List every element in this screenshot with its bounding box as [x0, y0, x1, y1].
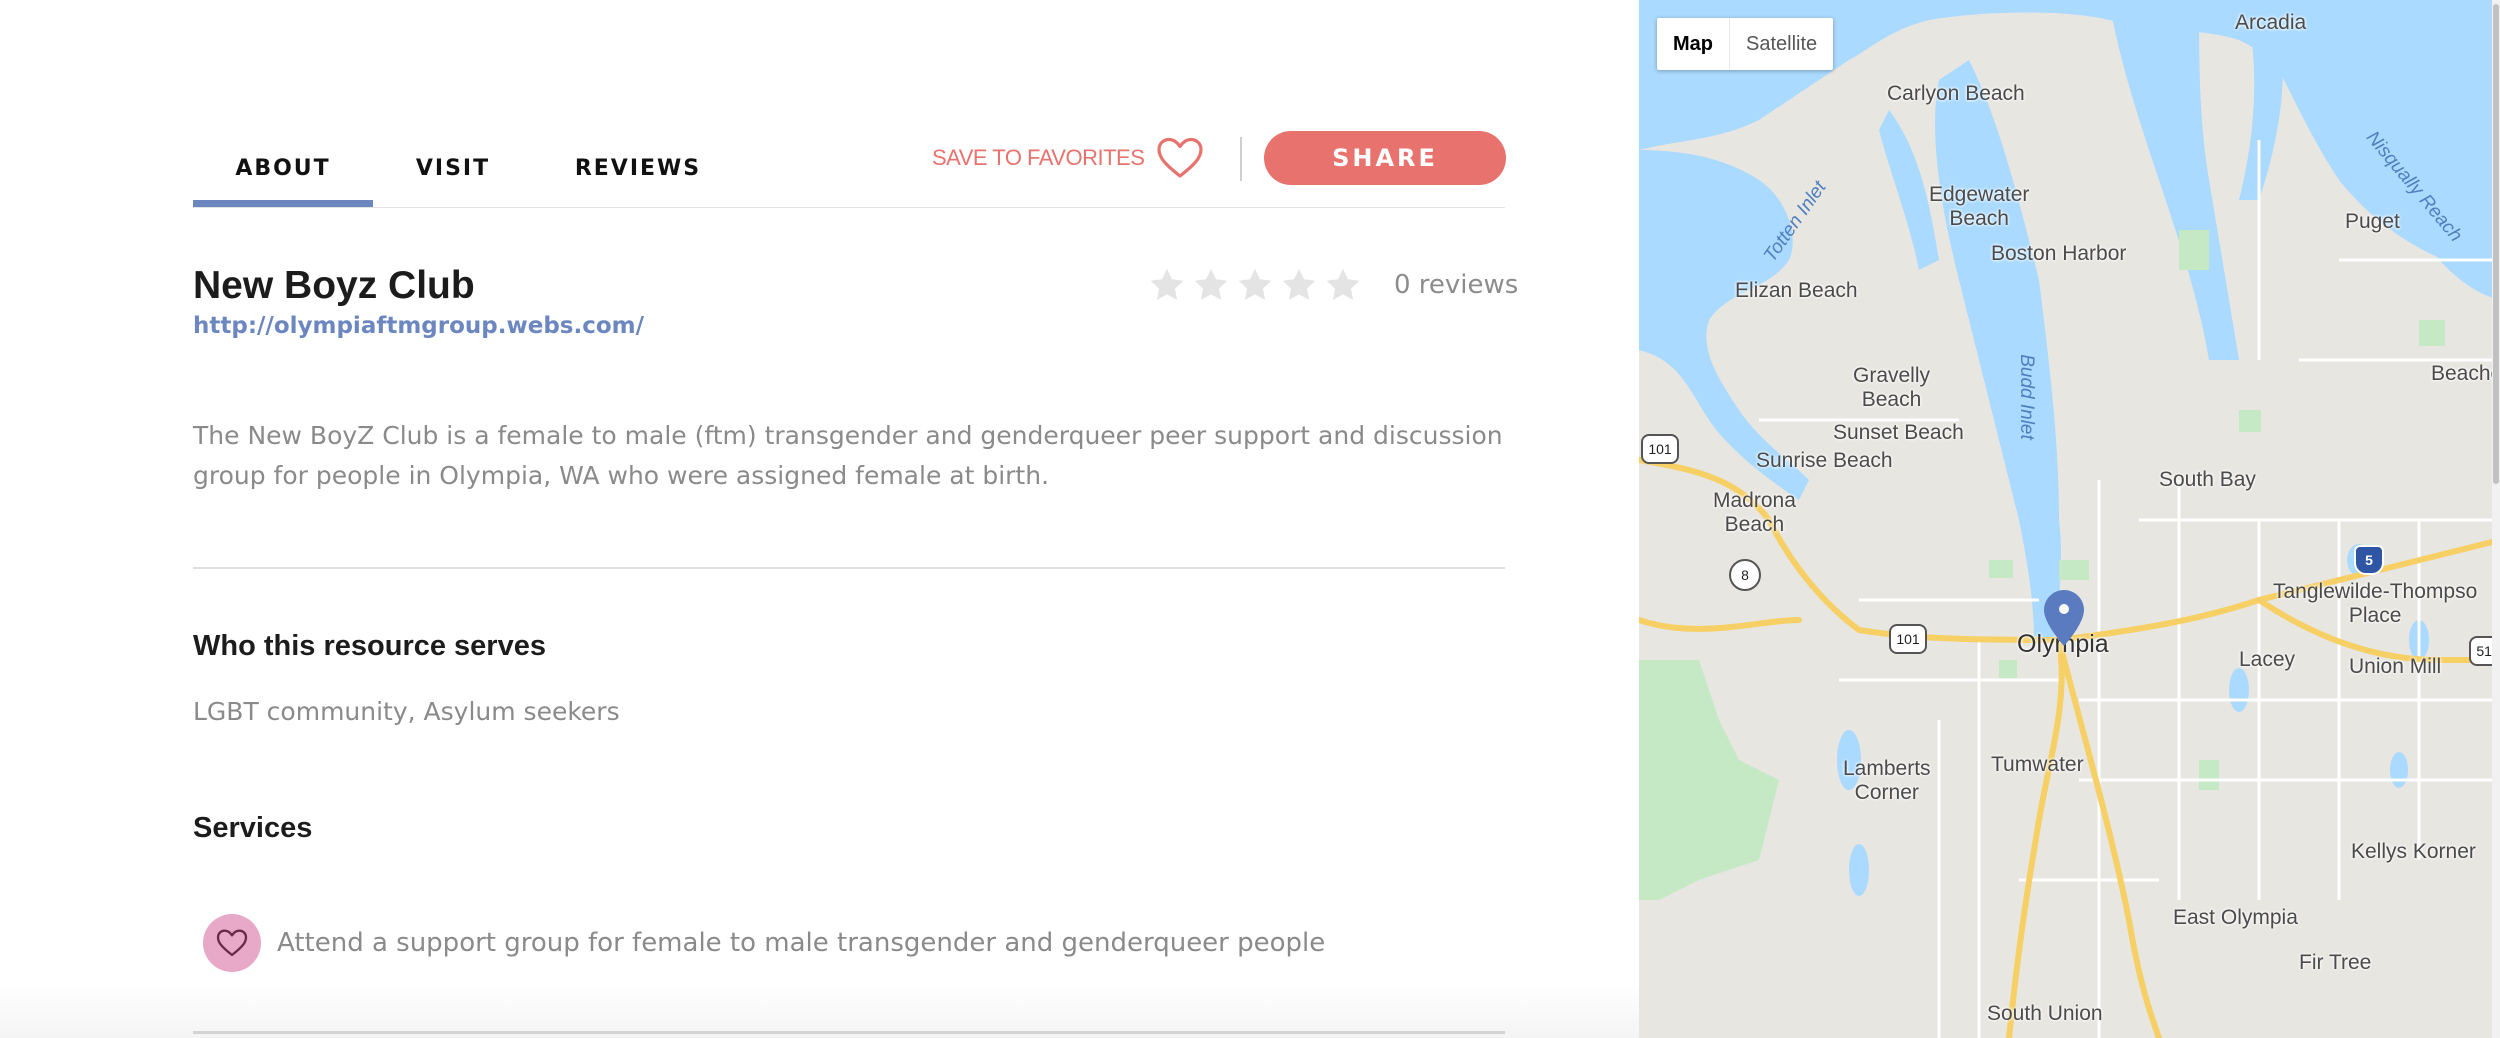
map-label-fir-tree: Fir Tree: [2299, 951, 2372, 974]
star-icon[interactable]: [1236, 266, 1274, 304]
active-tab-indicator: [193, 200, 373, 207]
resource-description: The New BoyZ Club is a female to male (f…: [193, 421, 1503, 490]
share-button[interactable]: SHARE: [1264, 131, 1506, 185]
map[interactable]: Map Satellite Arcadia Carlyon Beach Edge…: [1639, 0, 2500, 1038]
services-heading: Services: [193, 812, 313, 844]
resource-title: New Boyz Club: [193, 264, 475, 307]
map-label-puget: Puget: [2345, 210, 2400, 233]
service-item-text: Attend a support group for female to mal…: [277, 928, 1326, 958]
map-type-map-button[interactable]: Map: [1657, 18, 1730, 70]
map-label-sunset-beach: Sunset Beach: [1833, 421, 1964, 444]
map-label-sunrise-beach: Sunrise Beach: [1756, 449, 1893, 472]
map-label-carlyon-beach: Carlyon Beach: [1887, 82, 2025, 105]
map-label-beachcrest: Beachcr: [2431, 362, 2500, 385]
resource-website-link[interactable]: http://olympiaftmgroup.webs.com/: [193, 313, 644, 339]
tab-reviews[interactable]: REVIEWS: [533, 128, 743, 208]
reviews-count: 0 reviews: [1394, 270, 1519, 300]
highway-shield-i5: 5: [2354, 545, 2384, 575]
map-label-edgewater-beach: Edgewater Beach: [1929, 183, 2030, 230]
map-label-arcadia: Arcadia: [2235, 11, 2307, 34]
tab-about[interactable]: ABOUT: [193, 128, 373, 208]
star-icon[interactable]: [1324, 266, 1362, 304]
map-scrollbar-thumb[interactable]: [2493, 4, 2499, 484]
map-type-satellite-button[interactable]: Satellite: [1730, 18, 1833, 70]
map-label-budd-inlet: Budd Inlet: [2015, 354, 2037, 440]
action-separator: [1240, 137, 1242, 181]
map-label-union-mill: Union Mill: [2349, 655, 2442, 678]
star-rating[interactable]: [1148, 266, 1362, 304]
map-scrollbar[interactable]: [2492, 0, 2500, 1038]
who-serves-heading: Who this resource serves: [193, 630, 546, 662]
map-label-south-bay: South Bay: [2159, 468, 2256, 491]
map-label-boston-harbor: Boston Harbor: [1991, 242, 2127, 265]
map-label-south-union: South Union: [1987, 1002, 2103, 1025]
who-serves-text: LGBT community, Asylum seekers: [193, 697, 620, 726]
star-icon[interactable]: [1192, 266, 1230, 304]
map-label-tumwater: Tumwater: [1991, 753, 2084, 776]
save-to-favorites-label: SAVE TO FAVORITES: [932, 145, 1145, 170]
map-label-kellys-korner: Kellys Korner: [2351, 840, 2476, 863]
map-label-east-olympia: East Olympia: [2173, 906, 2298, 929]
save-to-favorites-button[interactable]: SAVE TO FAVORITES: [932, 133, 1204, 183]
map-label-elizan-beach: Elizan Beach: [1735, 279, 1858, 302]
heart-icon: [203, 914, 261, 972]
star-icon[interactable]: [1148, 266, 1186, 304]
location-pin-icon[interactable]: [2042, 588, 2086, 653]
highway-shield-us101: 101: [1641, 434, 1679, 464]
star-icon[interactable]: [1280, 266, 1318, 304]
resource-detail-panel: ABOUT VISIT REVIEWS SAVE TO FAVORITES SH…: [0, 0, 1639, 1038]
tab-bar: ABOUT VISIT REVIEWS: [193, 128, 743, 208]
section-divider: [193, 567, 1505, 569]
highway-shield-sr8: 8: [1729, 559, 1761, 591]
map-label-lamberts-corner: Lamberts Corner: [1843, 757, 1931, 804]
map-label-gravelly-beach: Gravelly Beach: [1853, 364, 1931, 411]
service-item: Attend a support group for female to mal…: [203, 914, 1325, 972]
map-label-lacey: Lacey: [2239, 648, 2296, 671]
tab-visit[interactable]: VISIT: [373, 128, 533, 208]
heart-icon: [1156, 137, 1204, 179]
map-type-control: Map Satellite: [1657, 18, 1834, 70]
tabs-divider: [193, 207, 1505, 208]
section-divider-bottom: [193, 1031, 1505, 1034]
map-label-madrona-beach: Madrona Beach: [1713, 489, 1796, 536]
highway-shield-us101: 101: [1889, 624, 1927, 654]
map-label-tanglewilde: Tanglewilde-Thompso Place: [2273, 580, 2478, 627]
